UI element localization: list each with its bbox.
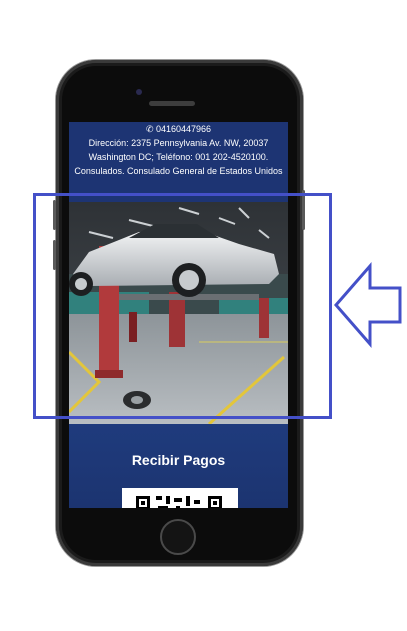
address-line-1: Dirección: 2375 Pennsylvania Av. NW, 200…	[88, 138, 269, 148]
home-button	[160, 519, 196, 555]
payments-section: Recibir Pagos	[69, 424, 288, 508]
consulate-line: Consulados. Consulado General de Estados…	[74, 166, 283, 176]
left-arrow-icon	[334, 262, 402, 348]
address-line-2: Washington DC; Teléfono: 001 202-4520100…	[88, 152, 269, 162]
qr-code	[122, 488, 238, 508]
payments-title: Recibir Pagos	[131, 452, 226, 468]
phone-line: ✆ 04160447966	[69, 122, 288, 136]
phone-number[interactable]: 04160447966	[156, 124, 211, 134]
highlight-box	[33, 193, 332, 419]
speaker-grill	[149, 101, 195, 106]
phone-icon: ✆	[145, 124, 154, 134]
contact-info: ✆ 04160447966 Dirección: 2375 Pennsylvan…	[69, 122, 288, 202]
front-camera	[136, 89, 142, 95]
